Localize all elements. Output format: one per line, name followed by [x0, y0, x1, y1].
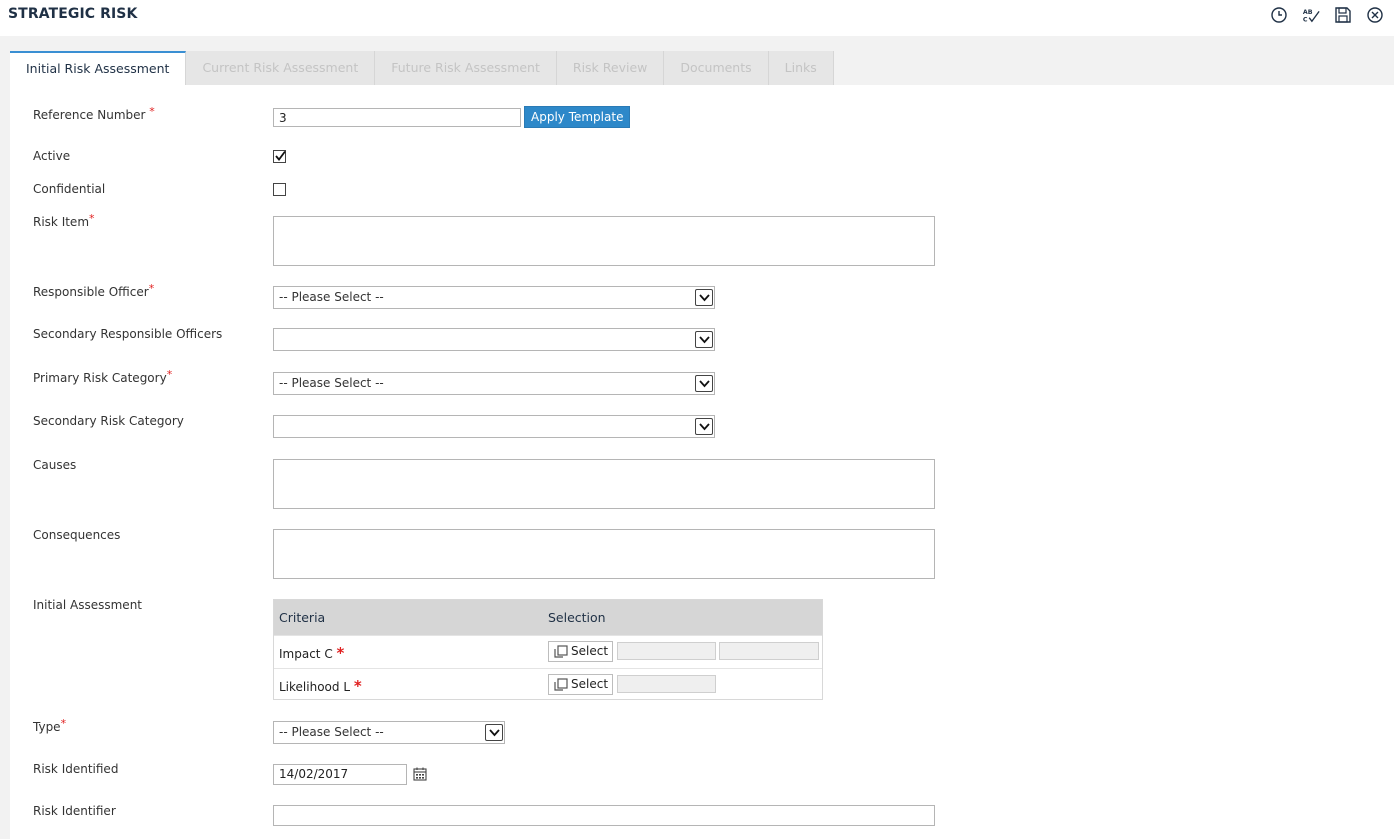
required-marker: * — [336, 644, 345, 662]
chevron-down-icon — [699, 423, 710, 431]
type-value: -- Please Select -- — [279, 725, 384, 739]
close-button[interactable] — [1364, 4, 1386, 26]
secondary-responsible-officers-select[interactable] — [273, 328, 715, 351]
page-title: STRATEGIC RISK — [8, 6, 138, 22]
primary-risk-category-value: -- Please Select -- — [279, 376, 384, 390]
consequences-label: Consequences — [33, 528, 121, 542]
svg-text:C: C — [1303, 16, 1308, 23]
tab-future-risk-assessment[interactable]: Future Risk Assessment — [375, 51, 557, 85]
table-row: Likelihood L * Select — [274, 668, 822, 701]
copy-icon — [554, 678, 568, 691]
criteria-impact: Impact C * — [279, 644, 345, 662]
grid-header: Criteria Selection — [274, 600, 822, 635]
tab-current-risk-assessment[interactable]: Current Risk Assessment — [186, 51, 376, 85]
save-button[interactable] — [1332, 4, 1354, 26]
chevron-down-icon — [489, 729, 500, 737]
responsible-officer-value: -- Please Select -- — [279, 290, 384, 304]
required-marker: * — [149, 105, 155, 118]
chevron-down-icon — [699, 380, 710, 388]
reference-number-label: Reference Number * — [33, 105, 155, 122]
primary-risk-category-label: Primary Risk Category* — [33, 368, 173, 385]
risk-identifier-input[interactable] — [273, 805, 935, 826]
dropdown-button[interactable] — [695, 331, 713, 348]
chevron-down-icon — [699, 294, 710, 302]
copy-icon — [554, 645, 568, 658]
tab-documents[interactable]: Documents — [664, 51, 769, 85]
reference-number-input[interactable]: 3 — [273, 108, 521, 127]
responsible-officer-select[interactable]: -- Please Select -- — [273, 286, 715, 309]
risk-identified-date-input[interactable]: 14/02/2017 — [273, 764, 407, 785]
save-icon — [1335, 7, 1351, 23]
required-marker: * — [148, 282, 155, 295]
risk-item-label: Risk Item* — [33, 212, 95, 229]
tab-links[interactable]: Links — [768, 51, 834, 85]
impact-value-field — [617, 642, 716, 660]
calendar-icon[interactable] — [413, 767, 427, 781]
chevron-down-icon — [699, 336, 710, 344]
risk-item-textarea[interactable] — [273, 216, 935, 266]
secondary-risk-category-select[interactable] — [273, 415, 715, 438]
confidential-checkbox[interactable] — [273, 183, 286, 196]
confidential-label: Confidential — [33, 182, 106, 196]
consequences-textarea[interactable] — [273, 529, 935, 579]
dropdown-button[interactable] — [695, 418, 713, 435]
required-marker: * — [89, 212, 95, 225]
type-select[interactable]: -- Please Select -- — [273, 721, 505, 744]
column-header-criteria: Criteria — [279, 610, 326, 625]
dropdown-button[interactable] — [695, 289, 713, 306]
causes-textarea[interactable] — [273, 459, 935, 509]
spellcheck-icon: ABC — [1303, 9, 1320, 23]
apply-template-button[interactable]: Apply Template — [524, 106, 631, 128]
initial-assessment-grid: Criteria Selection Impact C * Select Lik… — [273, 599, 823, 700]
responsible-officer-label: Responsible Officer* — [33, 282, 155, 299]
risk-identifier-label: Risk Identifier — [33, 804, 116, 818]
history-icon — [1271, 7, 1287, 23]
primary-risk-category-select[interactable]: -- Please Select -- — [273, 372, 715, 395]
initial-assessment-label: Initial Assessment — [33, 598, 143, 612]
required-marker: * — [353, 677, 362, 695]
tab-initial-risk-assessment[interactable]: Initial Risk Assessment — [10, 51, 187, 85]
table-row: Impact C * Select — [274, 635, 822, 668]
required-marker: * — [166, 368, 173, 381]
dropdown-button[interactable] — [485, 724, 503, 741]
dropdown-button[interactable] — [695, 375, 713, 392]
criteria-likelihood: Likelihood L * — [279, 677, 362, 695]
likelihood-value-field — [617, 675, 716, 693]
spellcheck-button[interactable]: AB C — [1300, 4, 1322, 26]
column-header-selection: Selection — [548, 610, 606, 625]
causes-label: Causes — [33, 458, 77, 472]
history-button[interactable] — [1268, 4, 1290, 26]
tab-risk-review[interactable]: Risk Review — [556, 51, 665, 85]
secondary-risk-category-label: Secondary Risk Category — [33, 414, 184, 428]
active-label: Active — [33, 149, 71, 163]
tab-bar: Initial Risk Assessment Current Risk Ass… — [10, 51, 834, 85]
impact-description-field — [719, 642, 819, 660]
close-icon — [1367, 7, 1383, 23]
checkmark-icon — [275, 150, 286, 161]
type-label: Type* — [33, 717, 67, 734]
impact-select-button[interactable]: Select — [548, 641, 613, 662]
required-marker: * — [60, 717, 67, 730]
secondary-responsible-officers-label: Secondary Responsible Officers — [33, 327, 223, 341]
active-checkbox[interactable] — [273, 150, 286, 163]
toolbar: AB C — [1268, 4, 1386, 26]
top-bar: STRATEGIC RISK AB C — [0, 0, 1394, 36]
svg-text:AB: AB — [1303, 9, 1313, 16]
risk-identified-label: Risk Identified — [33, 762, 119, 776]
likelihood-select-button[interactable]: Select — [548, 674, 613, 695]
